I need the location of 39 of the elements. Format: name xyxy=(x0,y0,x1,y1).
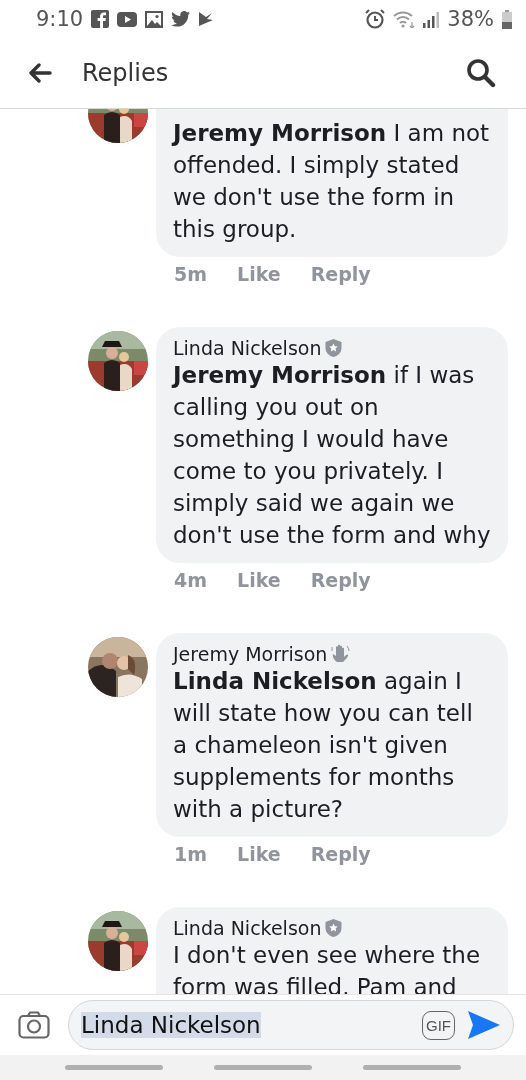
reply-link[interactable]: Reply xyxy=(310,843,371,865)
like-link[interactable]: Like xyxy=(237,569,281,591)
alarm-icon xyxy=(365,9,386,29)
comment-time: 5m xyxy=(174,263,208,285)
author-name[interactable]: Linda Nickelson xyxy=(173,337,322,359)
gif-button[interactable]: GIF xyxy=(422,1010,455,1040)
wifi-icon xyxy=(393,10,416,28)
author-name[interactable]: Linda Nickelson xyxy=(173,917,322,939)
back-arrow-icon[interactable] xyxy=(28,63,52,83)
input-text: Linda Nickelson xyxy=(81,1012,261,1038)
comment-input-field[interactable]: Linda Nickelson GIF xyxy=(68,1000,514,1050)
admin-shield-icon xyxy=(325,339,343,357)
battery-icon xyxy=(502,9,512,29)
waving-hand-icon xyxy=(331,644,352,664)
camera-icon[interactable] xyxy=(18,1011,50,1039)
reply-link[interactable]: Reply xyxy=(310,569,371,591)
battery-percent: 38% xyxy=(447,7,494,31)
like-link[interactable]: Like xyxy=(237,843,281,865)
signal-icon xyxy=(423,10,440,28)
comment-text: Linda Nickelson again I will state how you can tell a chameleon isn't given supplements for months with a picture? xyxy=(173,667,474,824)
image-icon xyxy=(145,10,164,28)
admin-shield-icon xyxy=(325,919,343,937)
like-link[interactable]: Like xyxy=(237,263,281,285)
send-icon[interactable] xyxy=(467,1010,501,1040)
play-icon xyxy=(117,11,138,27)
search-icon[interactable] xyxy=(466,58,496,88)
nav-bar-handle[interactable] xyxy=(362,1065,461,1070)
nav-bar-handle[interactable] xyxy=(214,1065,312,1070)
nav-bar-handle[interactable] xyxy=(65,1065,164,1070)
comment-time: 1m xyxy=(174,843,208,865)
square-f-icon xyxy=(91,10,110,28)
page-title: Replies xyxy=(82,59,170,87)
comment-text: Jeremy Morrison if I was calling you out on something I would have come to you privately. I simply said we again we don't use the form and why xyxy=(173,361,492,550)
clock-time: 9:10 xyxy=(36,7,84,31)
comment-text: Jeremy Morrison I am not offended. I simply stated we don't use the form in this group. xyxy=(173,119,491,244)
author-name[interactable]: Jeremy Morrison xyxy=(173,643,328,665)
reply-link[interactable]: Reply xyxy=(310,263,371,285)
bird-icon xyxy=(171,11,191,27)
comment-time: 4m xyxy=(174,569,208,591)
